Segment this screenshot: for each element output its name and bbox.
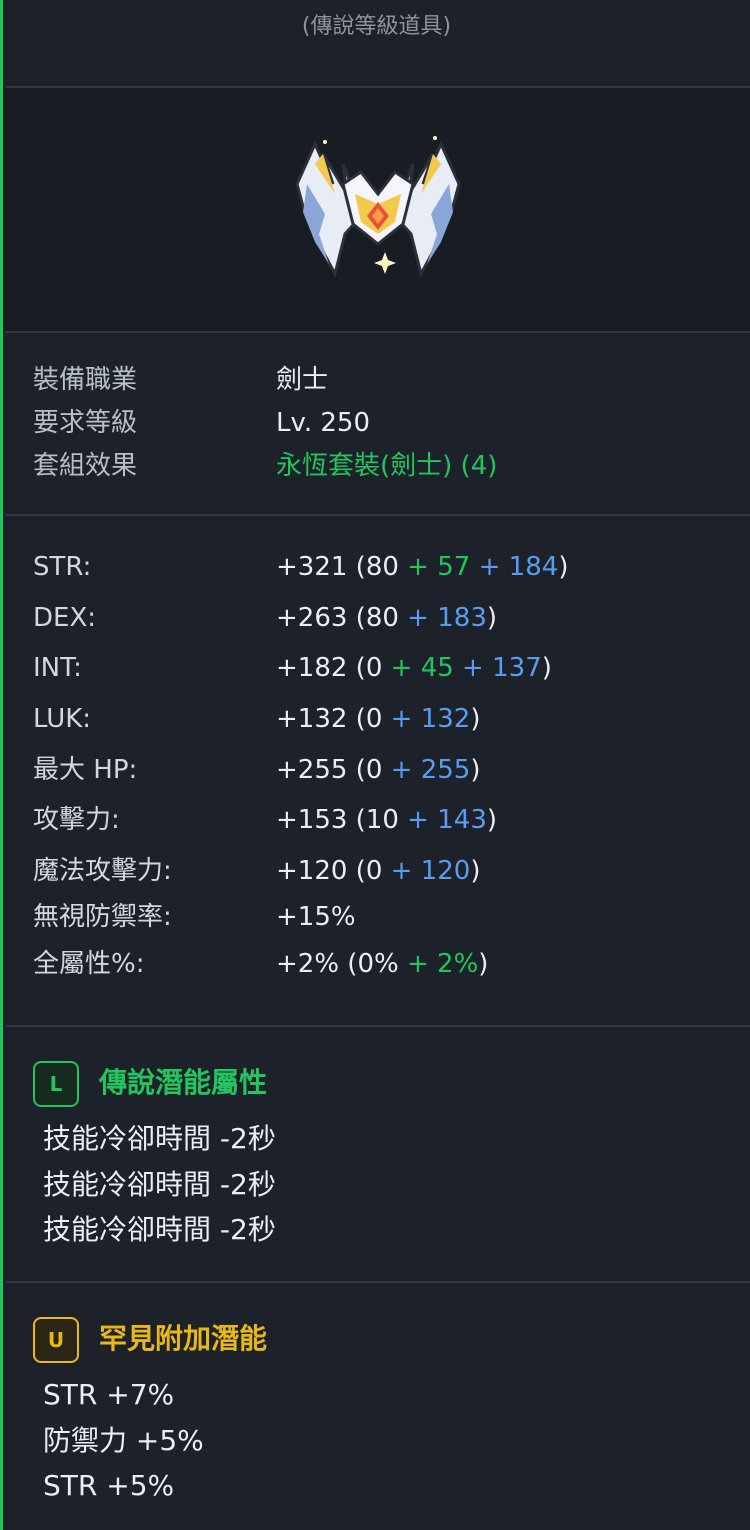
stat-label: STR: — [33, 552, 92, 582]
stat-value: +2% (0% + 2%) — [276, 944, 488, 984]
stat-total: +120 — [276, 856, 348, 886]
stat-label: 無視防禦率: — [33, 902, 172, 932]
stat-enhance-sep: + — [453, 653, 493, 683]
stat-total: +132 — [276, 704, 348, 734]
stat-total: +255 — [276, 755, 348, 785]
divider — [6, 1281, 750, 1283]
stat-enhance-sep: + — [382, 704, 421, 734]
stat-enhance-bonus: 143 — [437, 805, 487, 835]
stat-value: +321 (80 + 57 + 184) — [276, 547, 568, 587]
stat-enhance-bonus: 255 — [420, 755, 471, 785]
stat-enhance-bonus: 183 — [437, 603, 487, 633]
stat-value: +153 (10 + 143) — [276, 800, 497, 840]
stat-base: (0 — [347, 704, 383, 734]
potential-line: 技能冷卻時間 -2秒 — [43, 1213, 276, 1246]
additional-potential-line: STR +5% — [43, 1469, 175, 1502]
stat-close: ) — [541, 653, 552, 683]
divider — [6, 1025, 750, 1027]
stat-base: (80 — [347, 552, 399, 582]
stat-label: 最大 HP: — [33, 755, 138, 785]
stat-label: DEX: — [33, 603, 97, 633]
info-label: 要求等級 — [33, 408, 138, 438]
stat-value: +255 (0 + 255) — [276, 750, 481, 790]
stat-close: ) — [478, 949, 489, 979]
stat-flame-sep: + — [398, 552, 438, 582]
stat-flame-bonus: 57 — [437, 552, 471, 582]
emblem-icon — [295, 136, 461, 279]
stat-base: (0 — [347, 653, 383, 683]
stat-enhance-sep: + — [382, 856, 421, 886]
stat-value: +132 (0 + 132) — [276, 699, 481, 739]
stat-enhance-sep: + — [382, 755, 421, 785]
info-label: 裝備職業 — [33, 365, 138, 395]
stat-value: +182 (0 + 45 + 137) — [276, 648, 552, 688]
stat-flame-sep: + — [382, 653, 421, 683]
stat-enhance-bonus: 120 — [420, 856, 471, 886]
potential-line: 技能冷卻時間 -2秒 — [43, 1122, 276, 1155]
stat-enhance-bonus: 137 — [492, 653, 542, 683]
stat-base: (0% — [339, 949, 399, 979]
stat-base: (80 — [347, 603, 399, 633]
stat-enhance-sep: + — [470, 552, 509, 582]
stat-enhance-sep: + — [398, 603, 438, 633]
potential-title: 傳說潛能屬性 — [99, 1066, 268, 1099]
stat-base: (0 — [347, 755, 383, 785]
stat-value: +263 (80 + 183) — [276, 598, 497, 638]
info-value: 劍士 — [276, 365, 329, 395]
info-value: Lv. 250 — [276, 408, 371, 438]
stat-flame-bonus: 45 — [420, 653, 454, 683]
stat-total: +263 — [276, 603, 348, 633]
stat-enhance-bonus: 132 — [420, 704, 471, 734]
unique-grade-badge: U — [33, 1317, 79, 1363]
item-tooltip-panel: (傳說等級道具) 裝備職業 劍士 要求等級 Lv. 250 套組效果 永恆套裝(… — [3, 0, 750, 1530]
additional-potential-line: STR +7% — [43, 1378, 175, 1411]
stat-label: INT: — [33, 653, 82, 683]
stat-value: +120 (0 + 120) — [276, 851, 481, 891]
stat-base: (0 — [347, 856, 383, 886]
stat-label: 攻擊力: — [33, 805, 120, 835]
stat-enhance-sep: + — [398, 805, 438, 835]
info-label: 套組效果 — [33, 451, 138, 481]
stat-label: 魔法攻擊力: — [33, 856, 172, 886]
stat-total: +153 — [276, 805, 348, 835]
stat-total: +321 — [276, 552, 348, 582]
stat-label: LUK: — [33, 704, 92, 734]
stat-enhance-bonus: 184 — [508, 552, 559, 582]
stat-close: ) — [470, 704, 481, 734]
stat-close: ) — [470, 856, 481, 886]
additional-potential-title: 罕見附加潛能 — [99, 1322, 268, 1355]
stat-close: ) — [558, 552, 569, 582]
legendary-grade-badge: L — [33, 1061, 79, 1107]
stat-close: ) — [486, 805, 498, 835]
stat-flame-sep: + — [398, 949, 438, 979]
stat-close: ) — [486, 603, 498, 633]
stat-total: +15% — [276, 902, 356, 932]
stat-total: +182 — [276, 653, 348, 683]
divider — [6, 514, 750, 516]
stat-label: 全屬性%: — [33, 949, 145, 979]
potential-line: 技能冷卻時間 -2秒 — [43, 1168, 276, 1201]
stat-flame-bonus: 2% — [437, 949, 479, 979]
rarity-label: (傳說等級道具) — [301, 14, 452, 39]
additional-potential-line: 防禦力 +5% — [43, 1424, 204, 1457]
stat-value: +15% — [276, 897, 356, 937]
stat-close: ) — [470, 755, 481, 785]
stat-total: +2% — [276, 949, 340, 979]
stat-base: (10 — [347, 805, 399, 835]
divider — [6, 331, 750, 333]
set-effect-link[interactable]: 永恆套裝(劍士) (4) — [276, 446, 497, 486]
